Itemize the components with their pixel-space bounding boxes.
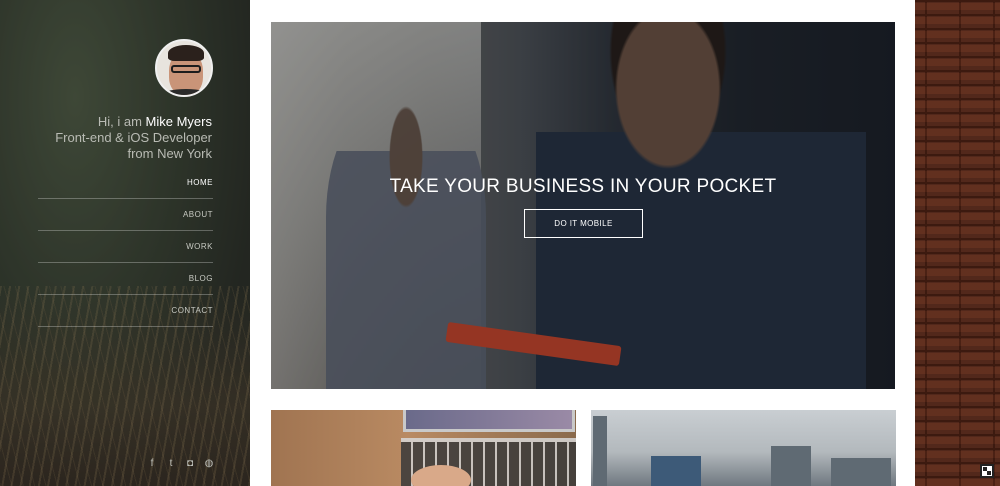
hero-banner: TAKE YOUR BUSINESS IN YOUR POCKET DO IT … (271, 22, 895, 389)
intro-text: Hi, i am Mike Myers Front-end & iOS Deve… (12, 114, 212, 162)
nav-item-work[interactable]: WORK (38, 231, 213, 263)
do-it-mobile-button[interactable]: DO IT MOBILE (524, 209, 643, 238)
nav-item-blog[interactable]: BLOG (38, 263, 213, 295)
nav-item-about[interactable]: ABOUT (38, 199, 213, 231)
facebook-icon[interactable]: f (146, 458, 158, 470)
avatar-hair (168, 45, 204, 61)
intro-prefix: Hi, i am (97, 114, 146, 129)
avatar (155, 39, 213, 97)
intro-greeting-line: Hi, i am Mike Myers (12, 114, 212, 130)
intro-role: Front-end & iOS Developer (55, 130, 212, 145)
portfolio-tile-laptop[interactable] (271, 410, 576, 486)
background-brick-wall (915, 0, 1000, 486)
qr-code-icon[interactable] (980, 464, 994, 478)
avatar-glasses (171, 65, 201, 73)
city-building (771, 446, 811, 486)
city-building (651, 456, 701, 486)
instagram-icon[interactable]: ◘ (184, 458, 196, 470)
city-building (831, 458, 891, 486)
hero-overlay (271, 22, 895, 389)
nav-item-home[interactable]: HOME (38, 167, 213, 199)
intro-name: Mike Myers (145, 114, 212, 129)
laptop-screen (403, 410, 575, 432)
dribbble-icon[interactable]: ◍ (203, 458, 215, 470)
intro-location: from New York (127, 146, 212, 161)
hero-title: TAKE YOUR BUSINESS IN YOUR POCKET (389, 176, 777, 197)
portfolio-tile-city[interactable] (591, 410, 896, 486)
nav-item-contact[interactable]: CONTACT (38, 295, 213, 327)
social-links: f t ◘ ◍ (146, 458, 215, 470)
sidebar: Hi, i am Mike Myers Front-end & iOS Deve… (0, 0, 250, 486)
twitter-icon[interactable]: t (165, 458, 177, 470)
main-content: TAKE YOUR BUSINESS IN YOUR POCKET DO IT … (250, 0, 915, 486)
city-building (593, 416, 607, 486)
main-nav: HOME ABOUT WORK BLOG CONTACT (38, 167, 213, 327)
